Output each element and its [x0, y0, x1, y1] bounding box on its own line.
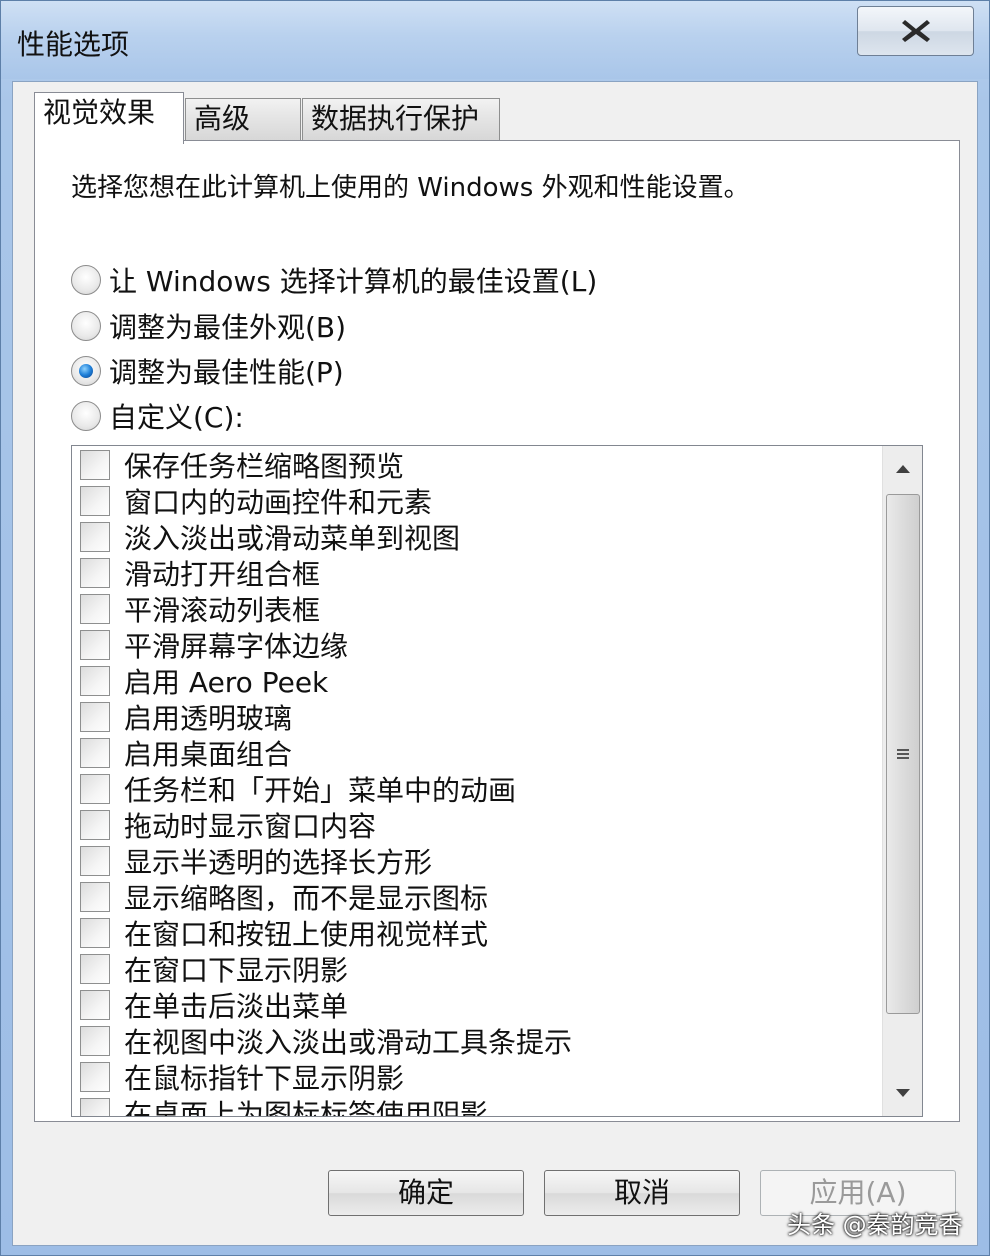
item-label: 在单击后淡出菜单 — [124, 990, 349, 1023]
checkbox[interactable] — [80, 846, 110, 876]
radio-custom[interactable]: 自定义(C): — [71, 399, 244, 434]
radio-button[interactable] — [71, 401, 101, 431]
item-label: 平滑滚动列表框 — [124, 594, 321, 627]
item-label: 显示缩略图，而不是显示图标 — [124, 882, 489, 915]
radio-label: 调整为最佳性能(P) — [109, 356, 344, 389]
tab-advanced[interactable]: 高级 — [185, 98, 301, 142]
radio-button-selected[interactable] — [71, 356, 101, 386]
radio-let-windows-choose[interactable]: 让 Windows 选择计算机的最佳设置(L) — [71, 263, 598, 298]
list-item[interactable]: 启用透明玻璃 — [80, 700, 293, 735]
checkbox[interactable] — [80, 666, 110, 696]
item-label: 在鼠标指针下显示阴影 — [124, 1062, 405, 1095]
checkbox[interactable] — [80, 522, 110, 552]
list-item[interactable]: 任务栏和「开始」菜单中的动画 — [80, 772, 517, 807]
list-item[interactable]: 启用桌面组合 — [80, 736, 293, 771]
checkbox[interactable] — [80, 450, 110, 480]
effects-checkbox-list[interactable]: 保存任务栏缩略图预览 窗口内的动画控件和元素 淡入淡出或滑动菜单到视图 滑动打开… — [71, 445, 923, 1117]
tab-label: 高级 — [194, 102, 251, 135]
panel-description: 选择您想在此计算机上使用的 Windows 外观和性能设置。 — [71, 173, 750, 203]
list-item[interactable]: 淡入淡出或滑动菜单到视图 — [80, 520, 461, 555]
grip-icon — [897, 749, 909, 759]
checkbox[interactable] — [80, 702, 110, 732]
scroll-thumb[interactable] — [886, 494, 920, 1014]
list-item[interactable]: 在窗口下显示阴影 — [80, 952, 349, 987]
checkbox[interactable] — [80, 738, 110, 768]
scroll-down-button[interactable] — [886, 1076, 920, 1110]
item-label: 淡入淡出或滑动菜单到视图 — [124, 522, 461, 555]
list-item[interactable]: 在桌面上为图标标签使用阴影 — [80, 1096, 489, 1117]
window-title: 性能选项 — [17, 28, 130, 61]
item-label: 任务栏和「开始」菜单中的动画 — [124, 774, 517, 807]
tab-label: 数据执行保护 — [311, 102, 480, 135]
item-label: 在视图中淡入淡出或滑动工具条提示 — [124, 1026, 573, 1059]
list-item[interactable]: 保存任务栏缩略图预览 — [80, 448, 405, 483]
item-label: 启用桌面组合 — [124, 738, 293, 771]
arrow-down-icon — [896, 1089, 910, 1097]
checkbox[interactable] — [80, 882, 110, 912]
list-item[interactable]: 启用 Aero Peek — [80, 664, 329, 699]
checkbox[interactable] — [80, 1062, 110, 1092]
checkbox[interactable] — [80, 486, 110, 516]
list-item[interactable]: 显示半透明的选择长方形 — [80, 844, 433, 879]
list-item[interactable]: 在单击后淡出菜单 — [80, 988, 349, 1023]
checkbox[interactable] — [80, 594, 110, 624]
item-label: 启用 Aero Peek — [124, 666, 329, 699]
close-icon — [901, 20, 930, 42]
tab-label: 视觉效果 — [43, 96, 156, 129]
checkbox[interactable] — [80, 810, 110, 840]
item-label: 保存任务栏缩略图预览 — [124, 450, 405, 483]
list-item[interactable]: 在鼠标指针下显示阴影 — [80, 1060, 405, 1095]
radio-label: 调整为最佳外观(B) — [109, 311, 347, 344]
item-label: 启用透明玻璃 — [124, 702, 293, 735]
item-label: 滑动打开组合框 — [124, 558, 321, 591]
title-bar[interactable]: 性能选项 — [1, 1, 989, 79]
radio-best-appearance[interactable]: 调整为最佳外观(B) — [71, 309, 347, 344]
tab-data-execution-prevention[interactable]: 数据执行保护 — [302, 98, 500, 142]
item-label: 显示半透明的选择长方形 — [124, 846, 433, 879]
list-item[interactable]: 滑动打开组合框 — [80, 556, 321, 591]
scroll-up-button[interactable] — [886, 452, 920, 486]
list-item[interactable]: 显示缩略图，而不是显示图标 — [80, 880, 489, 915]
list-item[interactable]: 在窗口和按钮上使用视觉样式 — [80, 916, 489, 951]
performance-options-window: 性能选项 视觉效果 高级 数据执行保护 选择您想在此计算机上使用的 Window… — [0, 0, 990, 1256]
checkbox[interactable] — [80, 990, 110, 1020]
checkbox[interactable] — [80, 918, 110, 948]
item-label: 平滑屏幕字体边缘 — [124, 630, 349, 663]
checkbox[interactable] — [80, 954, 110, 984]
item-label: 在窗口和按钮上使用视觉样式 — [124, 918, 489, 951]
radio-button[interactable] — [71, 265, 101, 295]
checkbox[interactable] — [80, 1026, 110, 1056]
radio-button[interactable] — [71, 311, 101, 341]
watermark: 头条 @秦韵竞香 — [787, 1211, 963, 1239]
item-label: 在桌面上为图标标签使用阴影 — [124, 1098, 489, 1117]
close-button[interactable] — [857, 6, 974, 56]
visual-effects-panel: 选择您想在此计算机上使用的 Windows 外观和性能设置。 让 Windows… — [34, 140, 960, 1122]
cancel-button[interactable]: 取消 — [544, 1170, 740, 1216]
radio-best-performance[interactable]: 调整为最佳性能(P) — [71, 354, 344, 389]
list-item[interactable]: 拖动时显示窗口内容 — [80, 808, 377, 843]
item-label: 窗口内的动画控件和元素 — [124, 486, 433, 519]
radio-label: 自定义(C): — [109, 401, 244, 434]
arrow-up-icon — [896, 465, 910, 473]
list-item[interactable]: 窗口内的动画控件和元素 — [80, 484, 433, 519]
list-item[interactable]: 平滑滚动列表框 — [80, 592, 321, 627]
item-label: 拖动时显示窗口内容 — [124, 810, 377, 843]
list-item[interactable]: 在视图中淡入淡出或滑动工具条提示 — [80, 1024, 573, 1059]
list-item[interactable]: 平滑屏幕字体边缘 — [80, 628, 349, 663]
checkbox[interactable] — [80, 774, 110, 804]
checkbox[interactable] — [80, 630, 110, 660]
checkbox[interactable] — [80, 558, 110, 588]
item-label: 在窗口下显示阴影 — [124, 954, 349, 987]
radio-label: 让 Windows 选择计算机的最佳设置(L) — [109, 265, 598, 298]
ok-button[interactable]: 确定 — [328, 1170, 524, 1216]
checkbox[interactable] — [80, 1098, 110, 1116]
dialog-client-area: 视觉效果 高级 数据执行保护 选择您想在此计算机上使用的 Windows 外观和… — [12, 81, 978, 1246]
vertical-scrollbar[interactable] — [882, 446, 922, 1116]
tab-visual-effects[interactable]: 视觉效果 — [34, 92, 184, 144]
